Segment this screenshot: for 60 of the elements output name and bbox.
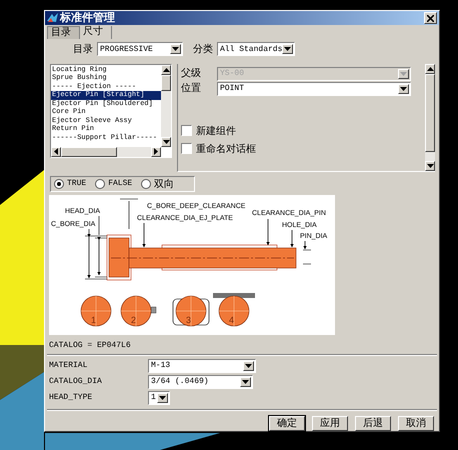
- dropdown[interactable]: 1: [148, 390, 170, 405]
- scroll-left-icon[interactable]: [51, 146, 61, 157]
- dialog-button[interactable]: 确定: [269, 416, 305, 431]
- radio-button[interactable]: [141, 178, 152, 189]
- window-title: 标准件管理: [60, 11, 116, 25]
- dropdown-arrow-icon[interactable]: [170, 44, 181, 54]
- parameter-label: MATERIAL: [49, 361, 88, 370]
- field-label: 父级: [181, 67, 202, 80]
- leader-line: [303, 240, 307, 250]
- leader-line: [290, 230, 294, 248]
- scroll-up-icon[interactable]: [161, 64, 171, 75]
- app-icon: [47, 13, 58, 23]
- scroll-up-icon[interactable]: [425, 64, 435, 74]
- dropdown[interactable]: POINT: [217, 82, 411, 96]
- radio-label: FALSE: [108, 179, 132, 188]
- field-label: 位置: [181, 82, 202, 96]
- dropdown[interactable]: M-13: [148, 358, 256, 373]
- head-type-number: 2: [131, 314, 136, 325]
- dropdown[interactable]: All Standards: [217, 42, 295, 56]
- leader-line: [142, 222, 146, 248]
- scroll-thumb[interactable]: [425, 74, 435, 152]
- dropdown[interactable]: PROGRESSIVE: [97, 42, 183, 56]
- filter-label: 目录: [73, 43, 93, 56]
- scroll-down-icon[interactable]: [161, 136, 171, 147]
- radio-label: TRUE: [67, 179, 86, 188]
- scroll-down-icon[interactable]: [425, 160, 435, 171]
- close-button[interactable]: [424, 12, 437, 24]
- head-type-number: 3: [186, 314, 192, 325]
- leader-line: [266, 218, 270, 246]
- dropdown-arrow-icon[interactable]: [157, 392, 168, 403]
- dropdown[interactable]: 3/64 (.0469): [148, 374, 253, 389]
- dialog-button[interactable]: 后退: [355, 416, 391, 431]
- catalog-text: CATALOG = EP047L6: [49, 340, 132, 350]
- scrollbar[interactable]: [161, 64, 171, 147]
- head-type-number: 4: [229, 314, 234, 325]
- radio-button[interactable]: [54, 178, 64, 189]
- scrollbar[interactable]: [51, 146, 161, 157]
- parameter-label: HEAD_TYPE: [49, 393, 92, 402]
- parameter-label: CATALOG_DIA: [49, 377, 102, 386]
- filter-label: 分类: [193, 42, 213, 56]
- dropdown-arrow-icon[interactable]: [282, 44, 293, 54]
- scroll-thumb[interactable]: [61, 146, 117, 157]
- radio-label: 双向: [154, 178, 174, 191]
- head-type-number: 1: [91, 314, 96, 325]
- dialog-button[interactable]: 取消: [398, 416, 434, 431]
- checkbox[interactable]: [181, 143, 192, 154]
- scroll-right-icon[interactable]: [151, 146, 161, 157]
- dialog-button[interactable]: 应用: [312, 416, 348, 431]
- dropdown-arrow-icon[interactable]: [243, 360, 254, 371]
- scrollbar[interactable]: [425, 64, 435, 171]
- checkbox-label: 新建组件: [196, 124, 236, 138]
- dropdown-arrow-icon[interactable]: [240, 376, 251, 387]
- scroll-thumb[interactable]: [161, 74, 171, 91]
- checkbox[interactable]: [181, 125, 192, 136]
- dropdown-arrow-icon[interactable]: [398, 84, 409, 94]
- tab[interactable]: 目录: [47, 26, 80, 39]
- close-icon: [427, 14, 434, 22]
- radio-button[interactable]: [95, 178, 106, 189]
- tab[interactable]: 尺寸: [80, 26, 112, 39]
- checkbox-label: 重命名对话框: [196, 142, 256, 156]
